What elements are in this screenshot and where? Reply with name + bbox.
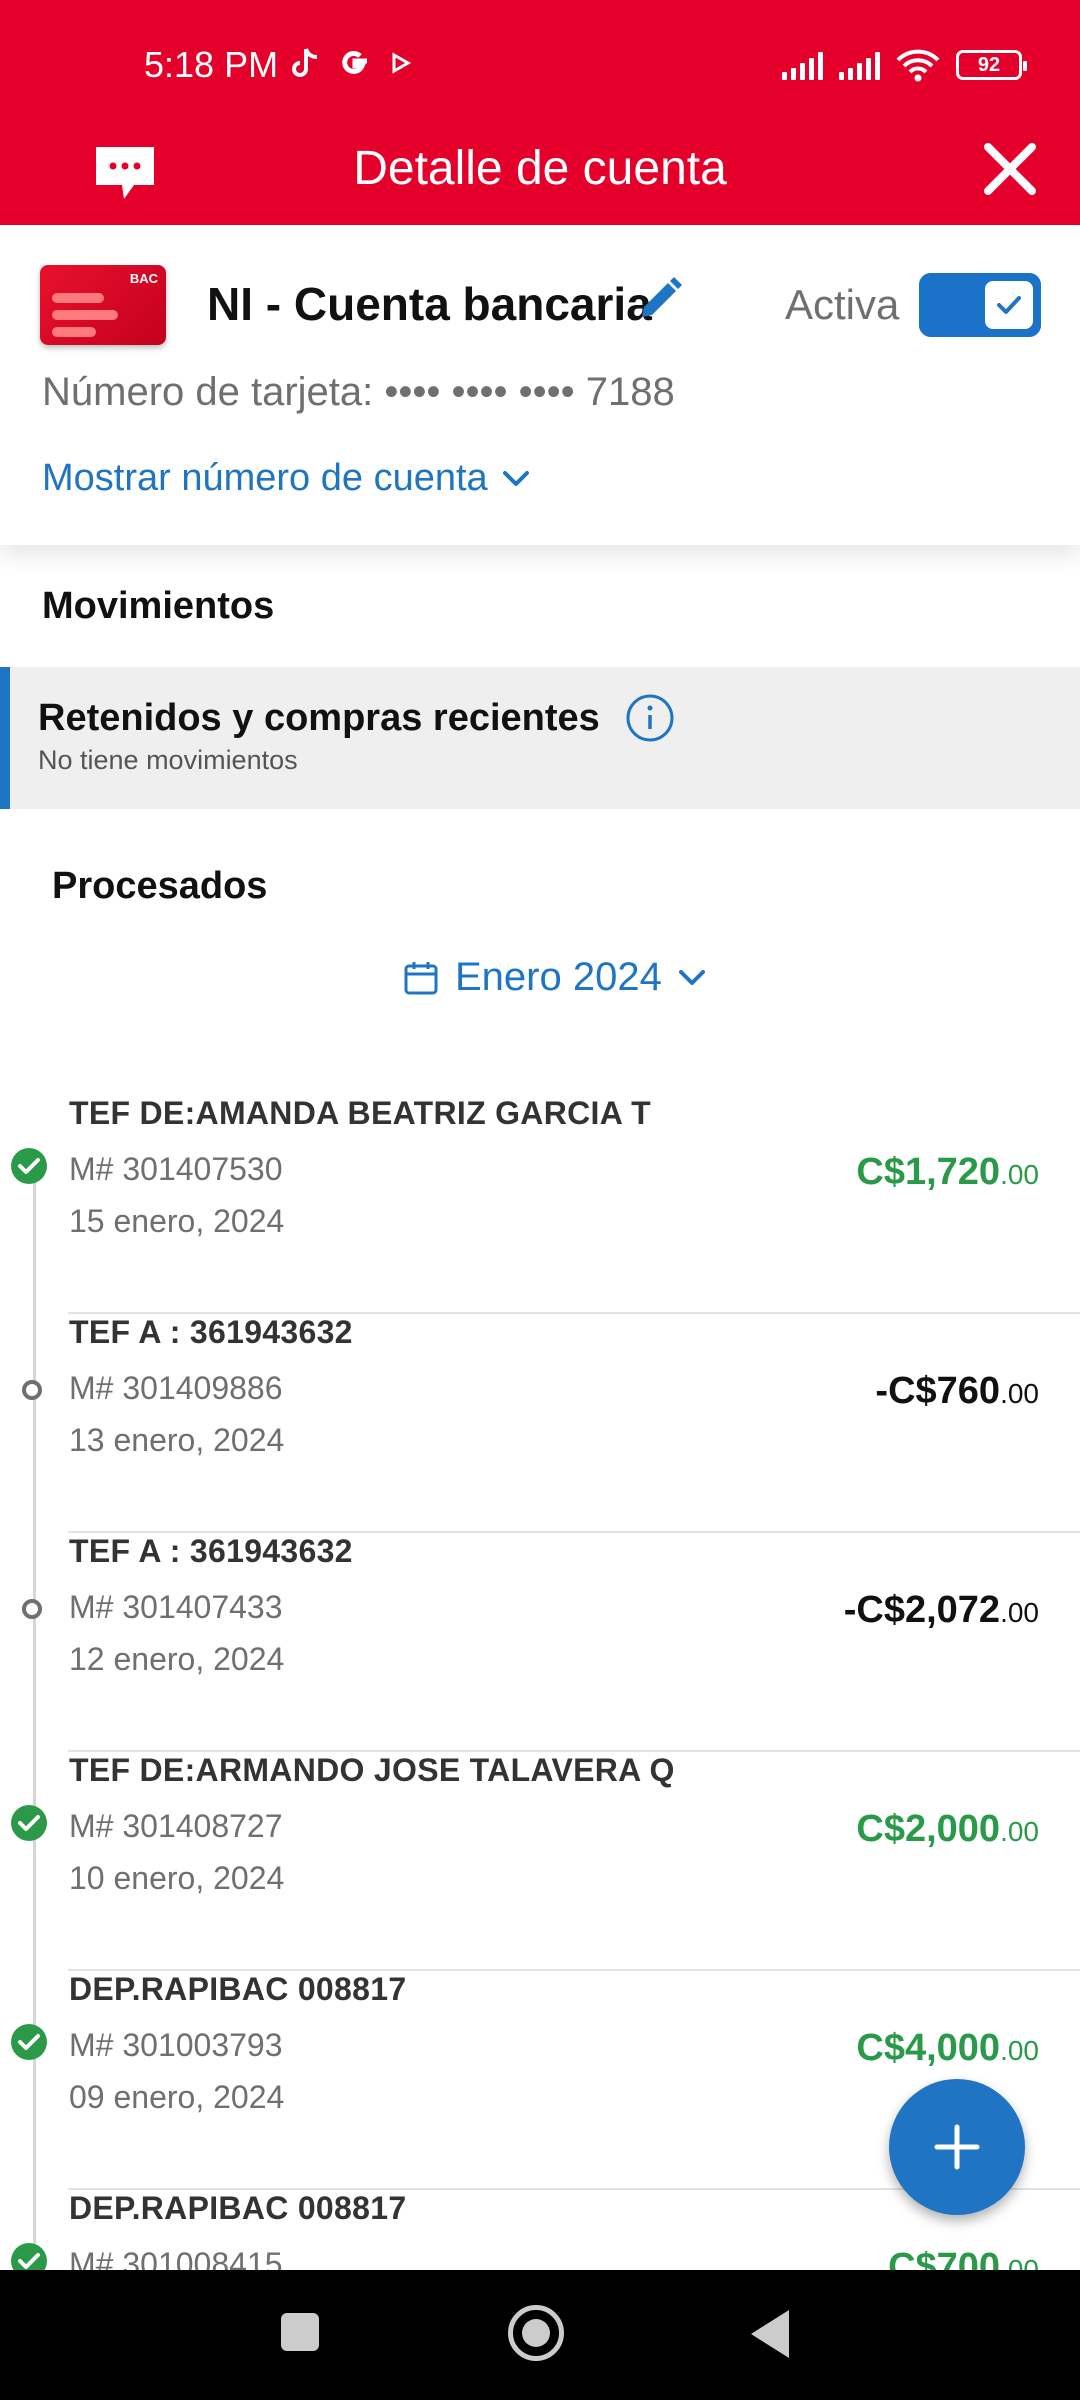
transaction-row[interactable]: TEF A : 361943632 M# 301407433 12 enero,…	[0, 1533, 1080, 1752]
completed-check-icon	[11, 1805, 47, 1841]
held-subtitle: No tiene movimientos	[38, 745, 298, 775]
transaction-description: DEP.RAPIBAC 008817	[69, 2190, 407, 2226]
check-icon	[997, 296, 1021, 314]
status-bar: 5:18 PM 92	[0, 0, 1080, 135]
transaction-row[interactable]: TEF A : 361943632 M# 301409886 13 enero,…	[0, 1314, 1080, 1533]
transaction-reference: M# 301408727	[69, 1808, 283, 1844]
transaction-amount: C$2,000.00	[856, 1808, 1039, 1851]
home-button[interactable]	[508, 2305, 564, 2361]
transaction-row[interactable]: TEF DE:AMANDA BEATRIZ GARCIA T M# 301407…	[0, 1095, 1080, 1314]
card-stripes-icon	[52, 293, 118, 344]
amount-value: C$1,720	[856, 1151, 1001, 1193]
toggle-knob	[985, 281, 1033, 329]
transaction-date: 15 enero, 2024	[69, 1203, 285, 1239]
title-bar: Detalle de cuenta	[0, 135, 1080, 225]
close-icon[interactable]	[980, 139, 1040, 199]
pending-dot-icon	[22, 1599, 42, 1619]
account-name: NI - Cuenta bancaria	[207, 278, 652, 330]
info-icon[interactable]	[625, 693, 675, 743]
transaction-amount: -C$2,072.00	[844, 1589, 1039, 1632]
held-title: Retenidos y compras recientes	[38, 697, 600, 739]
amount-value: -C$760	[875, 1370, 1001, 1412]
account-active-toggle[interactable]	[919, 273, 1041, 337]
transaction-date: 12 enero, 2024	[69, 1641, 285, 1677]
account-detail-screen: 5:18 PM 92 Detalle de cuenta BAC NI - Cu…	[0, 0, 1080, 2400]
month-selector[interactable]: Enero 2024	[403, 955, 706, 1000]
card-number: Número de tarjeta: •••• •••• •••• 7188	[42, 370, 675, 414]
recents-button[interactable]	[281, 2313, 319, 2351]
amount-cents: .00	[1000, 2035, 1039, 2066]
battery-level: 92	[977, 53, 1001, 76]
google-icon	[342, 50, 367, 74]
account-status-label: Activa	[785, 281, 900, 328]
app-header: 5:18 PM 92 Detalle de cuenta	[0, 0, 1080, 225]
chevron-down-icon	[502, 470, 529, 486]
transaction-reference: M# 301407530	[69, 1151, 283, 1187]
amount-value: C$4,000	[856, 2027, 1001, 2069]
calendar-icon	[404, 961, 438, 994]
transaction-reference: M# 301407433	[69, 1589, 283, 1625]
transaction-description: TEF DE:ARMANDO JOSE TALAVERA Q	[69, 1752, 675, 1788]
account-summary: BAC NI - Cuenta bancaria Activa Número d…	[0, 225, 1080, 545]
plus-icon	[934, 2124, 980, 2170]
completed-check-icon	[11, 1148, 47, 1184]
transaction-date: 09 enero, 2024	[69, 2079, 285, 2115]
transaction-amount: -C$760.00	[875, 1370, 1039, 1413]
signal-icon-2	[839, 50, 880, 80]
processed-title: Procesados	[52, 865, 268, 907]
transaction-reference: M# 301409886	[69, 1370, 283, 1406]
transaction-row[interactable]: TEF DE:ARMANDO JOSE TALAVERA Q M# 301408…	[0, 1752, 1080, 1971]
amount-cents: .00	[1000, 1816, 1039, 1847]
transaction-description: TEF A : 361943632	[69, 1314, 353, 1350]
transaction-reference: M# 301003793	[69, 2027, 283, 2063]
pending-dot-icon	[22, 1380, 42, 1400]
movements-title: Movimientos	[42, 585, 275, 627]
wifi-icon	[896, 49, 940, 82]
system-nav-bar	[0, 2270, 1080, 2400]
add-button[interactable]	[889, 2079, 1025, 2215]
show-account-number-link[interactable]: Mostrar número de cuenta	[42, 457, 530, 500]
amount-cents: .00	[1000, 1159, 1039, 1190]
signal-icon	[782, 50, 823, 80]
transaction-amount: C$1,720.00	[856, 1151, 1039, 1194]
transaction-description: TEF A : 361943632	[69, 1533, 353, 1569]
status-time: 5:18 PM	[144, 44, 279, 85]
amount-value: C$2,000	[856, 1808, 1001, 1850]
month-label: Enero 2024	[455, 955, 662, 999]
tiktok-icon	[292, 48, 318, 77]
amount-value: -C$2,072	[843, 1589, 1001, 1631]
play-icon	[392, 52, 412, 74]
held-transactions-panel[interactable]: Retenidos y compras recientes No tiene m…	[0, 667, 1080, 809]
amount-cents: .00	[1000, 1378, 1039, 1409]
system-icons: 92	[782, 48, 1027, 82]
transaction-date: 13 enero, 2024	[69, 1422, 285, 1458]
transaction-date: 10 enero, 2024	[69, 1860, 285, 1896]
notification-icons	[292, 46, 412, 80]
card-brand-logo: BAC	[129, 271, 158, 286]
transaction-description: DEP.RAPIBAC 008817	[69, 1971, 407, 2007]
card-thumbnail: BAC	[40, 265, 166, 345]
back-button[interactable]	[751, 2310, 789, 2358]
battery-icon: 92	[956, 50, 1027, 80]
edit-pencil-icon[interactable]	[636, 275, 684, 323]
amount-cents: .00	[1000, 1597, 1039, 1628]
transaction-description: TEF DE:AMANDA BEATRIZ GARCIA T	[69, 1095, 651, 1131]
chevron-down-icon	[678, 969, 705, 985]
show-account-number-label: Mostrar número de cuenta	[42, 457, 488, 499]
completed-check-icon	[11, 2024, 47, 2060]
page-title: Detalle de cuenta	[353, 142, 727, 195]
transaction-amount: C$4,000.00	[856, 2027, 1039, 2070]
